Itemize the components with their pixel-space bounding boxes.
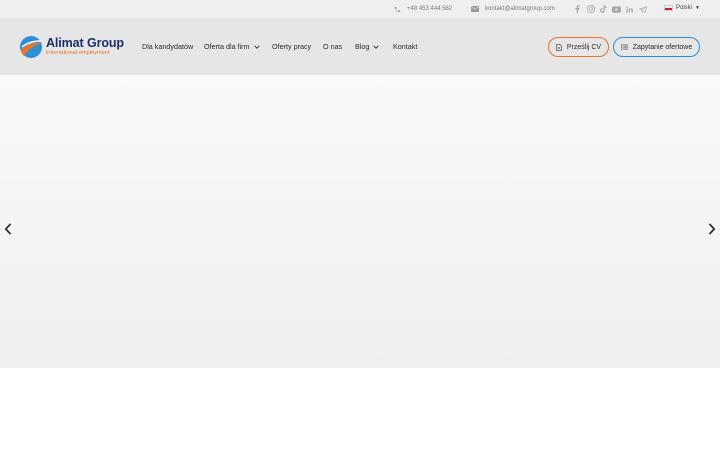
language-switcher[interactable]: Polski ▼	[664, 0, 700, 16]
chevron-down-icon	[373, 44, 380, 49]
nav-item-contact[interactable]: Kontakt	[393, 18, 417, 75]
logo[interactable]: Alimat Group international employment	[19, 34, 124, 60]
quote-request-button[interactable]: Zapytanie ofertowe	[613, 37, 700, 57]
nav-label: Blog	[355, 42, 370, 51]
document-icon	[556, 43, 562, 51]
nav-label: O nas	[323, 42, 343, 51]
linkedin-icon[interactable]	[623, 5, 636, 13]
logo-mark-icon	[20, 36, 42, 58]
phone-number: +48 453 444 562	[407, 6, 453, 12]
hero-slider	[0, 75, 720, 368]
language-label: Polski	[676, 5, 693, 11]
tiktok-icon[interactable]	[597, 5, 610, 13]
nav-item-blog[interactable]: Blog	[355, 18, 380, 75]
caret-down-icon: ▼	[695, 5, 700, 11]
nav-label: Kontakt	[393, 42, 418, 51]
telegram-icon[interactable]	[636, 5, 649, 13]
social-links	[571, 0, 649, 18]
main-header: Alimat Group international employment Dl…	[0, 18, 720, 75]
chevron-right-icon	[708, 223, 716, 235]
button-label: Prześlij CV	[566, 43, 602, 51]
send-cv-button[interactable]: Prześlij CV	[548, 37, 609, 57]
nav-item-about[interactable]: O nas	[323, 18, 342, 75]
email-address: kontakt@alimatgroup.com	[485, 6, 555, 12]
logo-tagline: international employment	[46, 49, 110, 56]
nav-label: Oferta dla firm	[204, 42, 250, 51]
slider-prev-button[interactable]	[2, 221, 14, 237]
nav-label: Oferty pracy	[272, 42, 312, 51]
poland-flag-icon	[664, 5, 673, 11]
nav-item-job-offers[interactable]: Oferty pracy	[272, 18, 311, 75]
nav-item-candidates[interactable]: Dla kandydatów	[142, 18, 193, 75]
button-label: Zapytanie ofertowe	[632, 43, 693, 51]
chevron-left-icon	[4, 223, 12, 235]
chevron-down-icon	[253, 44, 260, 49]
instagram-icon[interactable]	[584, 5, 597, 13]
slider-next-button[interactable]	[706, 221, 718, 237]
youtube-icon[interactable]	[610, 5, 623, 13]
top-bar: +48 453 444 562 kontakt@alimatgroup.com …	[0, 0, 720, 18]
nav-item-business-offer[interactable]: Oferta dla firm	[204, 18, 260, 75]
facebook-icon[interactable]	[571, 5, 584, 13]
nav-label: Dla kandydatów	[142, 42, 194, 51]
list-icon	[620, 44, 628, 50]
envelope-icon	[471, 6, 479, 12]
logo-name: Alimat Group	[46, 36, 124, 51]
phone-icon	[394, 6, 401, 12]
email-contact[interactable]: kontakt@alimatgroup.com	[471, 0, 555, 18]
phone-contact[interactable]: +48 453 444 562	[394, 0, 452, 18]
